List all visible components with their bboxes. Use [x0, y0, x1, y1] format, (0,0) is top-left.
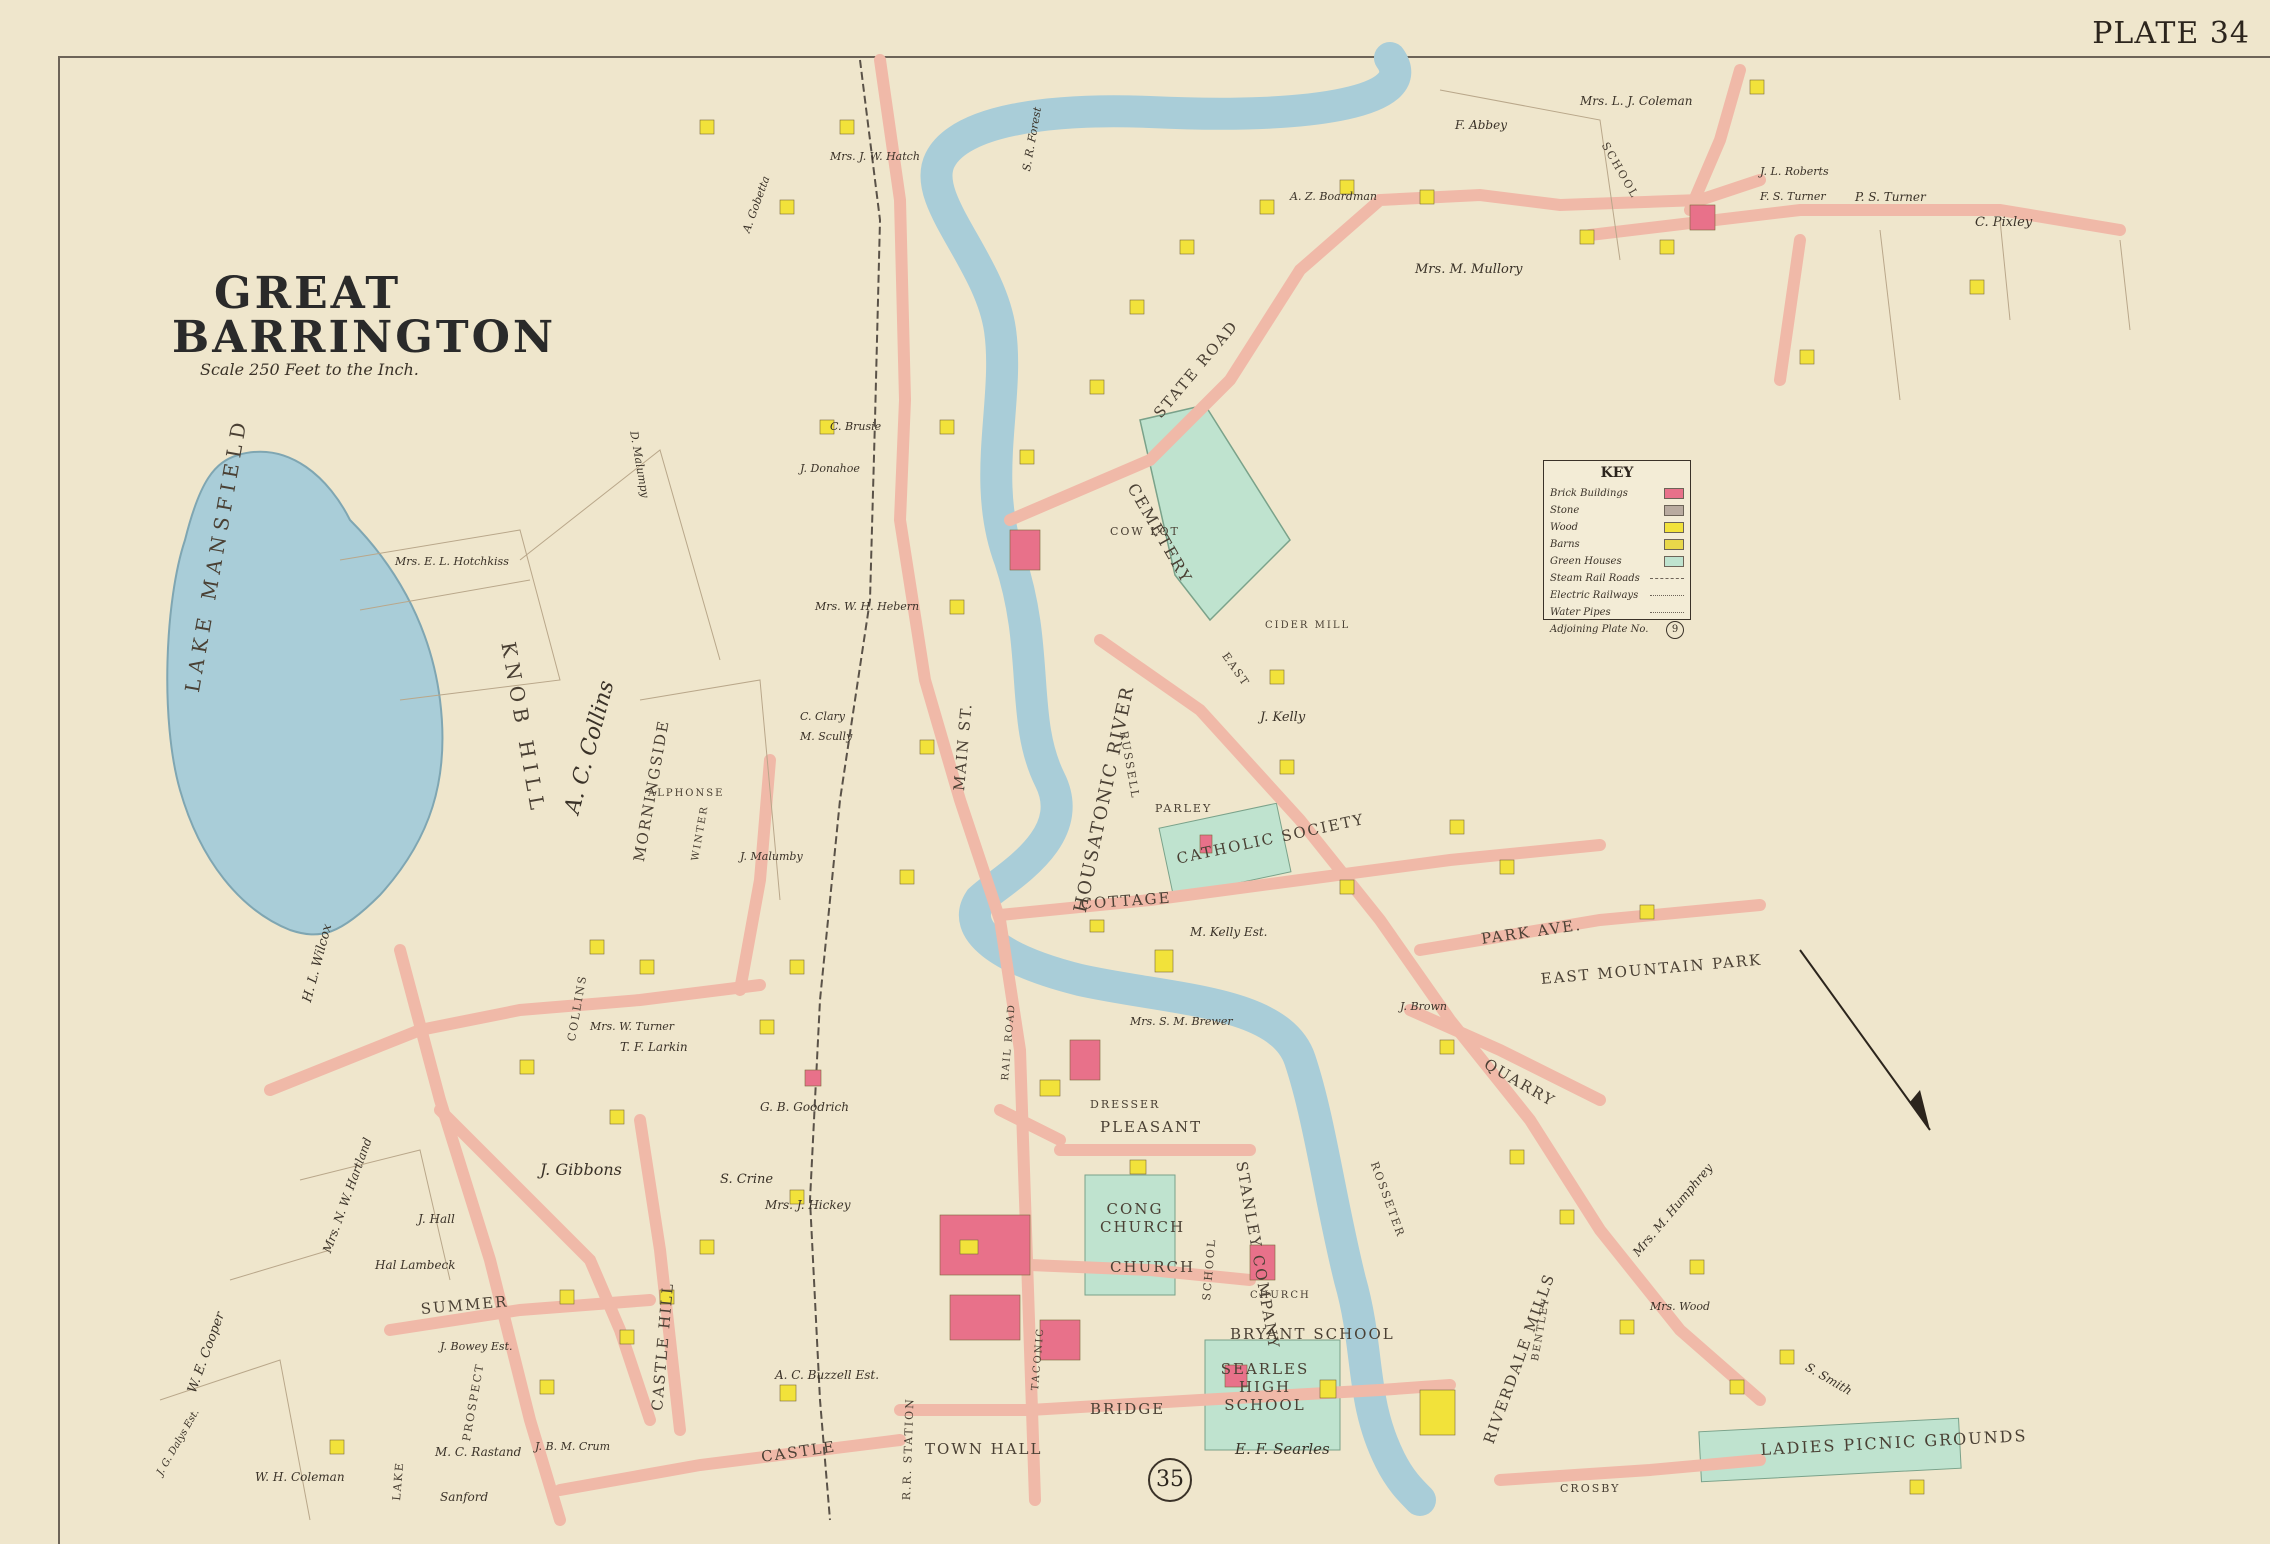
owner-label: W. H. Coleman — [255, 1470, 345, 1484]
north-arrow — [1799, 949, 1931, 1131]
owner-label: S. Crine — [720, 1172, 774, 1187]
owner-label: A. C. Buzzell Est. — [775, 1368, 880, 1382]
owner-label: J. L. Roberts — [1760, 165, 1829, 178]
owner-label: F. Abbey — [1455, 118, 1507, 132]
road-network — [264, 54, 2126, 1526]
owner-label: Mrs. S. M. Brewer — [1130, 1015, 1233, 1028]
road-railroad-st — [994, 1104, 1066, 1146]
road-right-down — [1774, 234, 1806, 386]
key-row-brick: Brick Buildings — [1550, 485, 1684, 502]
railroad-line — [808, 59, 882, 1521]
key-row-greenhouses: Green Houses — [1550, 553, 1684, 570]
owner-label: Mrs. W. H. Hebern — [815, 600, 920, 613]
owner-label: Mrs. E. L. Hotchkiss — [395, 555, 509, 568]
plate-label: PLATE 34 — [2092, 16, 2250, 51]
adjoining-plate-symbol: 9 — [1666, 620, 1684, 639]
road-castle — [554, 1434, 906, 1496]
key-row-wood: Wood — [1550, 519, 1684, 536]
stone-swatch — [1664, 505, 1684, 516]
owner-label: Mrs. L. J. Coleman — [1580, 94, 1693, 108]
owner-label: C. Pixley — [1975, 215, 2033, 230]
map-key: KEY Brick Buildings Stone Wood Barns Gre… — [1543, 460, 1691, 639]
road-upper — [1584, 204, 2126, 241]
steam-rail-line — [1650, 578, 1684, 579]
street-parley: PARLEY — [1155, 802, 1213, 815]
owner-label: J. Kelly — [1260, 710, 1306, 725]
owner-label: J. Malumby — [740, 850, 803, 863]
cong-church-label: CONG CHURCH — [1100, 1200, 1186, 1236]
road-morningside — [734, 754, 776, 996]
scale-note: Scale 250 Feet to the Inch. — [200, 360, 419, 379]
street-pleasant: PLEASANT — [1100, 1118, 1203, 1136]
brick-swatch — [1664, 488, 1684, 499]
street-dresser: DRESSER — [1090, 1098, 1161, 1111]
road-park — [1414, 899, 1766, 956]
owner-label: A. Z. Boardman — [1290, 190, 1378, 203]
owner-label: Sanford — [440, 1490, 489, 1504]
owner-label: J. Gibbons — [540, 1160, 622, 1179]
key-title: KEY — [1600, 465, 1634, 481]
street-cider-mill: CIDER MILL — [1265, 620, 1351, 631]
key-row-barns: Barns — [1550, 536, 1684, 553]
road-diag-west — [394, 944, 566, 1526]
cow-lot-label: COW LOT — [1110, 525, 1180, 538]
street-crosby: CROSBY — [1560, 1482, 1621, 1495]
searles-school-label: SEARLES HIGH SCHOOL — [1220, 1360, 1310, 1414]
owner-label: J. Bowey Est. — [440, 1340, 513, 1353]
road-west — [264, 979, 766, 1096]
owner-label: C. Clary — [800, 710, 845, 723]
owner-label: J. B. M. Crum — [535, 1440, 611, 1453]
bryant-school-label: BRYANT SCHOOL — [1230, 1325, 1395, 1343]
wood-swatch — [1664, 522, 1684, 533]
street-church-east: CHURCH — [1250, 1290, 1311, 1301]
street-alphonse: ALPHONSE — [648, 788, 725, 799]
owner-label: Mrs. M. Mullory — [1415, 262, 1523, 277]
key-row-adjoining: Adjoining Plate No. 9 — [1550, 620, 1684, 639]
map-sheet: PLATE 34 GREAT BARRINGTON Scale 250 Feet… — [0, 0, 2270, 1544]
owner-label: M. Scully — [800, 730, 853, 743]
adjoining-plate-marker: 35 — [1148, 1458, 1192, 1502]
owner-label: Mrs. J. W. Hatch — [830, 150, 920, 163]
street-bridge: BRIDGE — [1090, 1400, 1166, 1418]
owner-label: Hal Lambeck — [375, 1258, 456, 1272]
owner-label: J. Hall — [418, 1212, 455, 1226]
town-hall-label: TOWN HALL — [925, 1440, 1043, 1458]
owner-label: Mrs. W. Turner — [590, 1020, 675, 1033]
housatonic-river — [920, 42, 1436, 1516]
owner-label: M. Kelly Est. — [1190, 925, 1268, 939]
water-pipe-line — [1650, 612, 1684, 613]
owner-label: P. S. Turner — [1855, 190, 1926, 204]
street-church: CHURCH — [1110, 1258, 1196, 1276]
owner-label: F. S. Turner — [1760, 190, 1826, 203]
owner-label: M. C. Rastand — [435, 1445, 522, 1459]
barns-swatch — [1664, 539, 1684, 550]
owner-label: C. Brusie — [830, 420, 882, 433]
owner-label: J. Brown — [1400, 1000, 1448, 1013]
key-row-water: Water Pipes — [1550, 604, 1684, 621]
owner-label: T. F. Larkin — [620, 1040, 688, 1054]
cemetery-area — [1139, 404, 1291, 622]
owner-label: J. Donahoe — [800, 462, 860, 475]
key-row-stone: Stone — [1550, 502, 1684, 519]
owner-label: G. B. Goodrich — [760, 1100, 849, 1114]
owner-label: E. F. Searles — [1235, 1440, 1330, 1458]
map-title-line2: BARRINGTON — [172, 312, 557, 363]
greenhouse-swatch — [1664, 556, 1684, 567]
key-row-electric: Electric Railways — [1550, 587, 1684, 604]
owner-label: Mrs. J. Hickey — [765, 1198, 851, 1212]
owner-label: Mrs. Wood — [1650, 1300, 1711, 1313]
electric-rail-line — [1650, 595, 1684, 596]
key-row-steam: Steam Rail Roads — [1550, 570, 1684, 587]
